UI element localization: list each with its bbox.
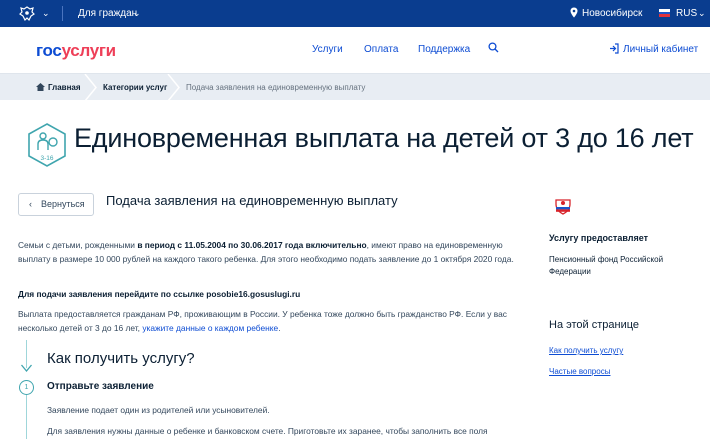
anchor-how-to[interactable]: Как получить услугу — [549, 346, 623, 355]
nav-services[interactable]: Услуги — [312, 44, 343, 55]
intro-paragraph: Семьи с детьми, рожденными в период с 11… — [18, 240, 514, 264]
icon-age-label: 3-16 — [40, 155, 53, 162]
link-paragraph: Для подачи заявления перейдите по ссылке… — [18, 289, 301, 299]
pfr-logo-icon — [555, 199, 571, 215]
breadcrumb-categories[interactable]: Категории услуг — [103, 74, 167, 101]
provider-heading: Услугу предоставляет — [549, 233, 649, 243]
home-icon — [36, 83, 45, 91]
chevron-left-icon: ‹ — [29, 199, 32, 209]
provider-name: Пенсионный фонд Российской Федерации — [549, 255, 664, 276]
breadcrumb: Главная Категории услуг Подача заявления… — [0, 73, 710, 101]
login-icon[interactable] — [609, 43, 619, 54]
breadcrumb-separator — [167, 74, 180, 101]
gosuslugi-logo[interactable]: госуслуги — [36, 41, 116, 61]
step-title: Отправьте заявление — [47, 381, 154, 392]
breadcrumb-home[interactable]: Главная — [48, 74, 81, 101]
search-icon[interactable] — [488, 42, 499, 53]
section-title: Подача заявления на единовременную выпла… — [106, 193, 398, 208]
chevron-down-icon[interactable]: ⌄ — [698, 8, 706, 19]
step-number: 1 — [19, 380, 34, 395]
city-selector[interactable]: Новосибирск — [582, 8, 642, 19]
back-button[interactable]: ‹ Вернуться — [18, 193, 94, 216]
top-bar: ⌄ Для граждан ⌄ Новосибирск RUS ⌄ — [0, 0, 710, 27]
chevron-down-icon[interactable]: ⌄ — [42, 8, 50, 19]
personal-account-link[interactable]: Личный кабинет — [623, 44, 698, 55]
back-button-label: Вернуться — [41, 199, 85, 209]
timeline-line — [26, 395, 27, 439]
step-text: Для заявления нужны данные о ребенке и б… — [47, 426, 488, 436]
eligibility-paragraph: Выплата предоставляется гражданам РФ, пр… — [18, 309, 507, 333]
how-to-heading: Как получить услугу? — [47, 350, 195, 367]
children-age-icon: 3-16 — [28, 123, 66, 167]
main-header: госуслуги Услуги Оплата Поддержка Личный… — [0, 27, 710, 73]
divider — [62, 6, 63, 21]
russia-flag-icon — [659, 9, 670, 17]
chevron-down-icon[interactable]: ⌄ — [133, 8, 141, 19]
page-title: Единовременная выплата на детей от 3 до … — [74, 123, 694, 153]
on-page-heading: На этой странице — [549, 319, 640, 331]
nav-payment[interactable]: Оплата — [364, 44, 398, 55]
citizens-menu[interactable]: Для граждан — [78, 8, 137, 19]
breadcrumb-current: Подача заявления на единовременную выпла… — [186, 83, 366, 92]
language-selector[interactable]: RUS — [676, 8, 697, 19]
location-pin-icon — [570, 7, 578, 18]
posobie-link[interactable]: posobie16.gosuslugi.ru — [206, 289, 300, 299]
children-data-link[interactable]: укажите данные о каждом ребенке — [142, 323, 278, 333]
step-text: Заявление подает один из родителей или у… — [47, 405, 270, 415]
anchor-faq[interactable]: Частые вопросы — [549, 367, 610, 376]
arrow-down-icon — [21, 364, 32, 372]
nav-support[interactable]: Поддержка — [418, 44, 470, 55]
breadcrumb-separator — [84, 74, 97, 101]
coat-of-arms-icon[interactable] — [18, 5, 36, 22]
